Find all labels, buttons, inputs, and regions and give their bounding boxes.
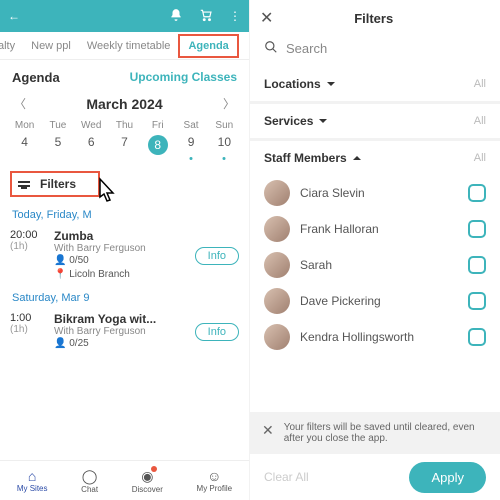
filter-icon xyxy=(18,181,30,187)
avatar xyxy=(264,288,290,314)
staff-list: Ciara Slevin Frank Halloran Sarah Dave P… xyxy=(250,175,500,355)
month-selector: 〈 March 2024 〉 xyxy=(0,91,249,118)
toast-close-icon[interactable]: ✕ xyxy=(262,422,274,439)
tabs: alty New ppl Weekly timetable Agenda xyxy=(0,32,249,60)
back-icon[interactable]: ← xyxy=(8,9,20,23)
avatar xyxy=(264,180,290,206)
clear-all-button[interactable]: Clear All xyxy=(264,470,309,484)
staff-member[interactable]: Frank Halloran xyxy=(264,211,486,247)
nav-discover[interactable]: ◉Discover xyxy=(132,468,163,494)
avatar xyxy=(264,216,290,242)
section-locations[interactable]: Locations All xyxy=(250,67,500,104)
dow: Tue xyxy=(42,120,75,131)
staff-member[interactable]: Dave Pickering xyxy=(264,283,486,319)
dow: Sat xyxy=(175,120,208,131)
class-time: 20:00 (1h) xyxy=(10,229,48,282)
avatar xyxy=(264,324,290,350)
class-name: Bikram Yoga wit... xyxy=(54,312,189,326)
day[interactable]: 9 xyxy=(175,135,208,155)
staff-member[interactable]: Sarah xyxy=(264,247,486,283)
nav-my-profile[interactable]: ☺My Profile xyxy=(197,468,233,493)
section-services[interactable]: Services All xyxy=(250,104,500,141)
search-icon xyxy=(264,40,278,57)
day-selected[interactable]: 8 xyxy=(141,135,174,155)
staff-member[interactable]: Ciara Slevin xyxy=(264,175,486,211)
day[interactable]: 6 xyxy=(75,135,108,155)
bell-icon[interactable] xyxy=(169,8,183,25)
dow: Fri xyxy=(141,120,174,131)
next-month-icon[interactable]: 〉 xyxy=(223,95,235,112)
filters-label: Filters xyxy=(40,177,76,191)
weekday-row: Mon Tue Wed Thu Fri Sat Sun xyxy=(0,118,249,133)
days-row: 4 5 6 7 8 9 10 xyxy=(0,133,249,157)
search-placeholder: Search xyxy=(286,41,327,56)
more-icon[interactable]: ⋮ xyxy=(229,9,241,23)
class-instructor: With Barry Ferguson xyxy=(54,243,189,254)
person-icon: 👤 xyxy=(54,255,66,266)
cart-icon[interactable] xyxy=(199,8,213,25)
dow: Sun xyxy=(208,120,241,131)
toast-text: Your filters will be saved until cleared… xyxy=(284,422,488,444)
checkbox[interactable] xyxy=(468,292,486,310)
cursor-icon xyxy=(92,177,118,213)
day[interactable]: 4 xyxy=(8,135,41,155)
profile-icon: ☺ xyxy=(197,468,233,484)
class-time: 1:00 (1h) xyxy=(10,312,48,351)
checkbox[interactable] xyxy=(468,328,486,346)
tab-agenda[interactable]: Agenda xyxy=(178,34,238,58)
info-button[interactable]: Info xyxy=(195,323,239,341)
month-label: March 2024 xyxy=(86,96,162,112)
bottom-nav: ⌂My Sites ◯Chat ◉Discover ☺My Profile xyxy=(0,460,249,500)
dow: Wed xyxy=(75,120,108,131)
day[interactable]: 7 xyxy=(108,135,141,155)
class-row[interactable]: 20:00 (1h) Zumba With Barry Ferguson 👤 0… xyxy=(0,225,249,286)
date-heading: Today, Friday, M xyxy=(0,203,249,225)
section-staff[interactable]: Staff Members All xyxy=(250,141,500,175)
pin-icon: 📍 xyxy=(54,269,66,280)
checkbox[interactable] xyxy=(468,256,486,274)
class-row[interactable]: 1:00 (1h) Bikram Yoga wit... With Barry … xyxy=(0,308,249,355)
schedule-pane: ← ⋮ alty New ppl Weekly timetable Agenda… xyxy=(0,0,250,500)
date-heading: Saturday, Mar 9 xyxy=(0,286,249,308)
filters-pane: ✕ Filters Search Locations All Services … xyxy=(250,0,500,500)
filters-toast: ✕ Your filters will be saved until clear… xyxy=(250,412,500,454)
compass-icon: ◉ xyxy=(132,468,163,485)
tab-weekly-timetable[interactable]: Weekly timetable xyxy=(79,40,179,52)
nav-my-sites[interactable]: ⌂My Sites xyxy=(17,468,48,493)
search-row[interactable]: Search xyxy=(250,36,500,67)
filters-header: ✕ Filters xyxy=(250,0,500,36)
class-name: Zumba xyxy=(54,229,189,243)
upcoming-link[interactable]: Upcoming Classes xyxy=(130,70,237,85)
top-bar: ← ⋮ xyxy=(0,0,249,32)
prev-month-icon[interactable]: 〈 xyxy=(14,95,26,112)
day[interactable]: 5 xyxy=(42,135,75,155)
chat-icon: ◯ xyxy=(81,468,98,485)
avatar xyxy=(264,252,290,278)
home-icon: ⌂ xyxy=(17,468,48,484)
dow: Thu xyxy=(108,120,141,131)
checkbox[interactable] xyxy=(468,220,486,238)
nav-chat[interactable]: ◯Chat xyxy=(81,468,98,494)
filters-button[interactable]: Filters xyxy=(10,171,100,197)
day[interactable]: 10 xyxy=(208,135,241,155)
class-instructor: With Barry Ferguson xyxy=(54,326,189,337)
filters-footer: Clear All Apply xyxy=(250,454,500,500)
tab-loyalty[interactable]: alty xyxy=(0,40,23,52)
dow: Mon xyxy=(8,120,41,131)
filters-title: Filters xyxy=(257,11,490,26)
staff-member[interactable]: Kendra Hollingsworth xyxy=(264,319,486,355)
checkbox[interactable] xyxy=(468,184,486,202)
tab-new-ppl[interactable]: New ppl xyxy=(23,40,79,52)
apply-button[interactable]: Apply xyxy=(409,462,486,493)
person-icon: 👤 xyxy=(54,338,66,349)
subheader: Agenda Upcoming Classes xyxy=(0,60,249,91)
info-button[interactable]: Info xyxy=(195,247,239,265)
page-title: Agenda xyxy=(12,70,60,85)
